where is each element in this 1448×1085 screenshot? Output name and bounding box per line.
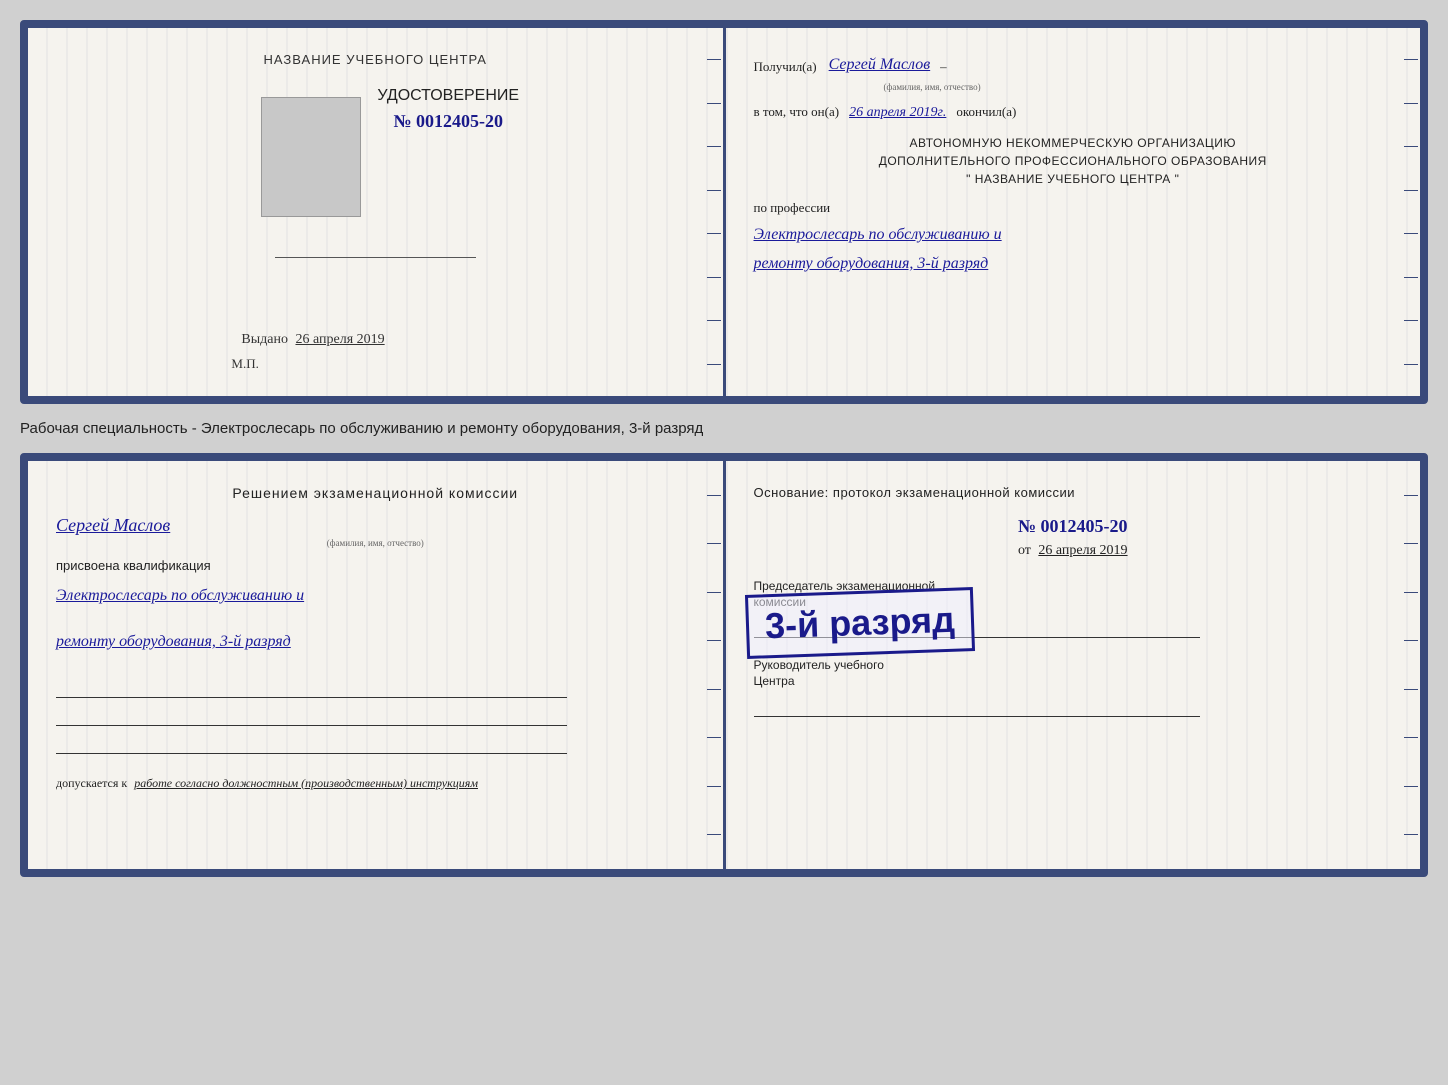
vtom-line: в том, что он(а) 26 апреля 2019г. окончи… (754, 102, 1393, 124)
bottom-left-decorative-lines (705, 461, 723, 869)
profession-line2: ремонту оборудования, 3-й разряд (754, 250, 1393, 279)
top-certificate-card: НАЗВАНИЕ УЧЕБНОГО ЦЕНТРА УДОСТОВЕРЕНИЕ №… (20, 20, 1428, 404)
head-line2: Центра (754, 674, 795, 688)
issued-label: Выдано (241, 332, 288, 347)
mp-label: М.П. (231, 356, 519, 372)
person-name: Сергей Маслов (56, 515, 695, 536)
page-wrapper: НАЗВАНИЕ УЧЕБНОГО ЦЕНТРА УДОСТОВЕРЕНИЕ №… (20, 20, 1428, 877)
stamp-box: 3-й разряд (744, 587, 974, 659)
from-label: от (1018, 543, 1031, 558)
bottom-cert-right: Основание: протокол экзаменационной коми… (726, 461, 1421, 869)
from-date: от 26 апреля 2019 (754, 543, 1393, 559)
bottom-cert-left: Решением экзаменационной комиссии Сергей… (28, 461, 723, 869)
from-date-value: 26 апреля 2019 (1038, 543, 1127, 558)
left-decorative-lines (705, 28, 723, 396)
protocol-number: № 0012405-20 (754, 516, 1393, 537)
org-line1: АВТОНОМНУЮ НЕКОММЕРЧЕСКУЮ ОРГАНИЗАЦИЮ (754, 134, 1393, 152)
top-school-name: НАЗВАНИЕ УЧЕБНОГО ЦЕНТРА (231, 52, 519, 67)
org-line2: ДОПОЛНИТЕЛЬНОГО ПРОФЕССИОНАЛЬНОГО ОБРАЗО… (754, 152, 1393, 170)
top-cert-right: Получил(а) Сергей Маслов – (фамилия, имя… (726, 28, 1421, 396)
top-cert-left: НАЗВАНИЕ УЧЕБНОГО ЦЕНТРА УДОСТОВЕРЕНИЕ №… (28, 28, 723, 396)
received-prefix: Получил(а) (754, 57, 817, 78)
issued-line: Выдано 26 апреля 2019 (231, 332, 384, 348)
between-label: Рабочая специальность - Электрослесарь п… (20, 416, 1428, 441)
right-top-decorative-lines (1402, 28, 1420, 396)
osnov-title: Основание: протокол экзаменационной коми… (754, 485, 1393, 500)
recipient-line: Получил(а) Сергей Маслов – (754, 52, 1393, 78)
vtom-suffix: окончил(а) (956, 102, 1016, 123)
stamp-text: 3-й разряд (764, 599, 955, 648)
head-line1: Руководитель учебного (754, 658, 884, 672)
profession-line1: Электрослесарь по обслуживанию и (754, 221, 1393, 250)
signature-lines (56, 674, 695, 754)
sig-line-3 (56, 730, 567, 754)
photo-placeholder (261, 97, 361, 217)
udost-title: УДОСТОВЕРЕНИЕ (377, 87, 519, 105)
qualification-line2: ремонту оборудования, 3-й разряд (56, 627, 695, 657)
bottom-right-decorative-lines (1402, 461, 1420, 869)
po-professii: по профессии (754, 198, 1393, 219)
sig-line-1 (56, 674, 567, 698)
decision-title: Решением экзаменационной комиссии (56, 485, 695, 501)
допускается-label: допускается к (56, 776, 127, 790)
fio-sub-bottom: (фамилия, имя, отчество) (56, 538, 695, 548)
fio-sublabel-top: (фамилия, имя, отчество) (884, 80, 1393, 94)
bottom-certificate-card: Решением экзаменационной комиссии Сергей… (20, 453, 1428, 877)
org-block: АВТОНОМНУЮ НЕКОММЕРЧЕСКУЮ ОРГАНИЗАЦИЮ ДО… (754, 134, 1393, 188)
vtom-prefix: в том, что он(а) (754, 102, 840, 123)
допускается-block: допускается к работе согласно должностны… (56, 776, 695, 791)
assigned-text: присвоена квалификация (56, 558, 695, 573)
head-label: Руководитель учебного Центра (754, 658, 1393, 689)
sig-line-2 (56, 702, 567, 726)
vtom-date: 26 апреля 2019г. (849, 102, 946, 124)
profession-block: по профессии Электрослесарь по обслужива… (754, 198, 1393, 278)
recipient-name: Сергей Маслов (829, 52, 931, 78)
head-sig-line (754, 693, 1201, 717)
udost-number: № 0012405-20 (377, 111, 519, 132)
issued-date: 26 апреля 2019 (295, 332, 384, 347)
org-line3: " НАЗВАНИЕ УЧЕБНОГО ЦЕНТРА " (754, 170, 1393, 188)
допускается-text: работе согласно должностным (производств… (134, 776, 478, 790)
qualification-line1: Электрослесарь по обслуживанию и (56, 581, 695, 611)
